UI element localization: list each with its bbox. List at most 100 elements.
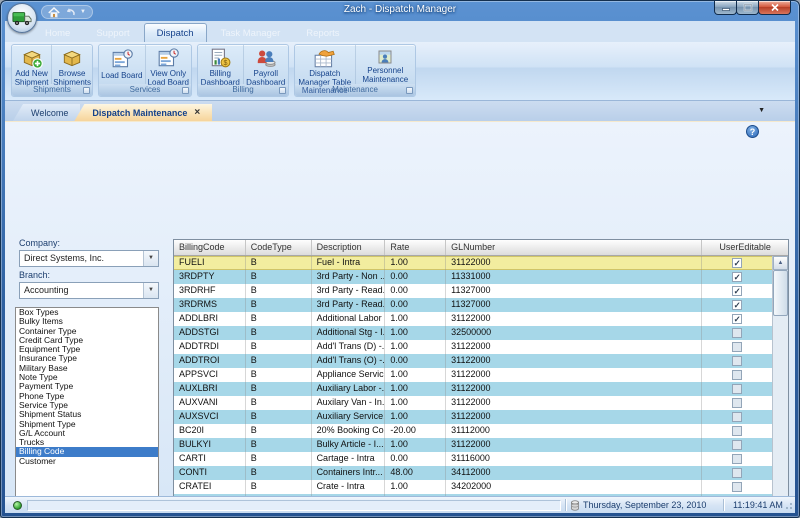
branch-label: Branch: xyxy=(19,270,50,280)
ribbon-tab-task-manager[interactable]: Task Manager xyxy=(209,24,293,42)
ribbon-tab-support[interactable]: Support xyxy=(84,24,141,42)
table-row-bc20i[interactable]: BC20IB20% Booking Co...-20.0031112000 xyxy=(174,424,772,438)
dialog-launcher-icon[interactable] xyxy=(182,87,189,94)
table-row-addstgi[interactable]: ADDSTGIBAdditional Stg - I...1.003250000… xyxy=(174,326,772,340)
minimize-button[interactable] xyxy=(714,1,737,15)
table-row-3rdrhf[interactable]: 3RDRHFB3rd Party - Read...0.0011327000✓ xyxy=(174,284,772,298)
table-row-conti[interactable]: CONTIBContainers Intr...48.0034112000 xyxy=(174,466,772,480)
doc-tab-dispatch-maintenance[interactable]: Dispatch Maintenance× xyxy=(74,104,212,121)
checkbox-checked-icon[interactable]: ✓ xyxy=(732,314,742,324)
payroll-dashboard-button[interactable]: Payroll Dashboard xyxy=(243,45,289,84)
checkbox-unchecked-icon[interactable] xyxy=(732,356,742,366)
checkbox-checked-icon[interactable]: ✓ xyxy=(732,272,742,282)
checkbox-unchecked-icon[interactable] xyxy=(732,370,742,380)
personnel-maintenance-button[interactable]: Personnel Maintenance xyxy=(355,45,416,84)
list-item-customer[interactable]: Customer xyxy=(16,457,158,466)
close-button[interactable] xyxy=(758,1,791,15)
checkbox-unchecked-icon[interactable] xyxy=(732,342,742,352)
view-only-load-board-button[interactable]: View Only Load Board xyxy=(145,45,192,84)
table-row-auxlbri[interactable]: AUXLBRIBAuxiliary Labor -...1.0031122000 xyxy=(174,382,772,396)
checkbox-unchecked-icon[interactable] xyxy=(732,398,742,408)
dialog-launcher-icon[interactable] xyxy=(406,87,413,94)
cell-rate: 0.00 xyxy=(385,452,446,466)
help-icon[interactable]: ? xyxy=(746,125,759,138)
cell-codetype: B xyxy=(246,340,312,354)
title-bar[interactable]: Zach - Dispatch Manager xyxy=(1,1,799,21)
ribbon-tab-home[interactable]: Home xyxy=(33,24,82,42)
table-row-addlbri[interactable]: ADDLBRIBAdditional Labor ...1.0031122000… xyxy=(174,312,772,326)
branch-select[interactable]: Accounting ▼ xyxy=(19,282,159,299)
table-row-auxsvci[interactable]: AUXSVCIBAuxiliary Service...1.0031122000 xyxy=(174,410,772,424)
table-row-carti[interactable]: CARTIBCartage - Intra0.0031116000 xyxy=(174,452,772,466)
combo-arrow-icon[interactable]: ▼ xyxy=(143,283,158,298)
dialog-launcher-icon[interactable] xyxy=(279,87,286,94)
cell-billingcode: APPSVCI xyxy=(174,368,246,382)
table-row-appsvci[interactable]: APPSVCIBAppliance Servic...1.0031122000 xyxy=(174,368,772,382)
load-board-button[interactable]: Load Board xyxy=(99,45,145,84)
checkbox-unchecked-icon[interactable] xyxy=(732,412,742,422)
scroll-thumb[interactable] xyxy=(773,270,788,316)
column-header-rate[interactable]: Rate xyxy=(385,240,446,255)
column-header-billingcode[interactable]: BillingCode xyxy=(174,240,246,255)
add-new-shipment-button[interactable]: Add New Shipment xyxy=(12,45,51,84)
cell-glnumber: 31112000 xyxy=(446,424,702,438)
table-row-addtroi[interactable]: ADDTROIBAdd'l Trans (O) -...0.0031122000 xyxy=(174,354,772,368)
table-row-fueli[interactable]: FUELIBFuel - Intra1.0031122000✓ xyxy=(174,256,772,270)
dispatch-manager-table-maintenance-button[interactable]: Dispatch Manager Table Maintenance xyxy=(295,45,355,84)
checkbox-unchecked-icon[interactable] xyxy=(732,426,742,436)
cell-description: Additional Labor ... xyxy=(312,312,386,326)
table-row-cratei[interactable]: CRATEIBCrate - Intra1.0034202000 xyxy=(174,480,772,494)
billing-dashboard-button[interactable]: $Billing Dashboard xyxy=(198,45,243,84)
checkbox-unchecked-icon[interactable] xyxy=(732,384,742,394)
table-row-auxvani[interactable]: AUXVANIBAuxilary Van - In...1.0031122000 xyxy=(174,396,772,410)
browse-shipments-button[interactable]: Browse Shipments xyxy=(51,45,92,84)
column-header-codetype[interactable]: CodeType xyxy=(246,240,312,255)
home-icon[interactable] xyxy=(48,7,60,18)
undo-icon[interactable] xyxy=(64,7,76,18)
tab-close-icon[interactable]: × xyxy=(194,107,200,118)
cell-rate: 1.00 xyxy=(385,340,446,354)
cell-billingcode: CONTI xyxy=(174,466,246,480)
tabstrip-overflow-icon[interactable]: ▼ xyxy=(758,107,765,114)
column-header-glnumber[interactable]: GLNumber xyxy=(446,240,702,255)
qat-dropdown-icon[interactable]: ▼ xyxy=(80,9,86,15)
checkbox-checked-icon[interactable]: ✓ xyxy=(732,258,742,268)
cell-description: Additional Stg - I... xyxy=(312,326,386,340)
vertical-scrollbar[interactable]: ▲ ▼ xyxy=(772,256,788,513)
column-header-description[interactable]: Description xyxy=(312,240,386,255)
svg-text:$: $ xyxy=(224,59,228,67)
column-header-usereditable[interactable]: UserEditable xyxy=(702,240,788,255)
window-controls xyxy=(715,1,791,15)
document-tab-strip: WelcomeDispatch Maintenance× ▼ xyxy=(5,101,795,121)
table-row-addtrdi[interactable]: ADDTRDIBAdd'l Trans (D) -...1.0031122000 xyxy=(174,340,772,354)
cell-description: Add'l Trans (O) -... xyxy=(312,354,386,368)
cell-glnumber: 31122000 xyxy=(446,382,702,396)
scroll-up-button[interactable]: ▲ xyxy=(773,256,788,270)
checkbox-unchecked-icon[interactable] xyxy=(732,468,742,478)
doc-tab-welcome[interactable]: Welcome xyxy=(13,104,80,121)
table-row-3rdrms[interactable]: 3RDRMSB3rd Party - Read...0.0011327000✓ xyxy=(174,298,772,312)
cell-description: Auxiliary Labor -... xyxy=(312,382,386,396)
checkbox-unchecked-icon[interactable] xyxy=(732,440,742,450)
resize-grip-icon[interactable] xyxy=(784,502,793,511)
company-select[interactable]: Direct Systems, Inc. ▼ xyxy=(19,250,159,267)
checkbox-checked-icon[interactable]: ✓ xyxy=(732,300,742,310)
status-separator xyxy=(565,499,566,511)
cell-glnumber: 31122000 xyxy=(446,410,702,424)
truck-icon xyxy=(11,8,33,28)
combo-arrow-icon[interactable]: ▼ xyxy=(143,251,158,266)
table-row-bulkyi[interactable]: BULKYIBBulky Article - I...1.0031122000 xyxy=(174,438,772,452)
checkbox-unchecked-icon[interactable] xyxy=(732,328,742,338)
maximize-button[interactable] xyxy=(736,1,759,15)
ribbon-group-billing: $Billing Dashboard Payroll DashboardBill… xyxy=(197,44,289,97)
cell-billingcode: AUXLBRI xyxy=(174,382,246,396)
cell-usereditable: ✓ xyxy=(702,298,772,312)
checkbox-checked-icon[interactable]: ✓ xyxy=(732,286,742,296)
table-row-3rdpty[interactable]: 3RDPTYB3rd Party - Non ...0.0011331000✓ xyxy=(174,270,772,284)
dialog-launcher-icon[interactable] xyxy=(83,87,90,94)
checkbox-unchecked-icon[interactable] xyxy=(732,454,742,464)
ribbon-tab-dispatch[interactable]: Dispatch xyxy=(144,23,207,42)
checkbox-unchecked-icon[interactable] xyxy=(732,482,742,492)
application-menu-button[interactable] xyxy=(7,3,37,33)
ribbon-tab-reports[interactable]: Reports xyxy=(294,24,351,42)
